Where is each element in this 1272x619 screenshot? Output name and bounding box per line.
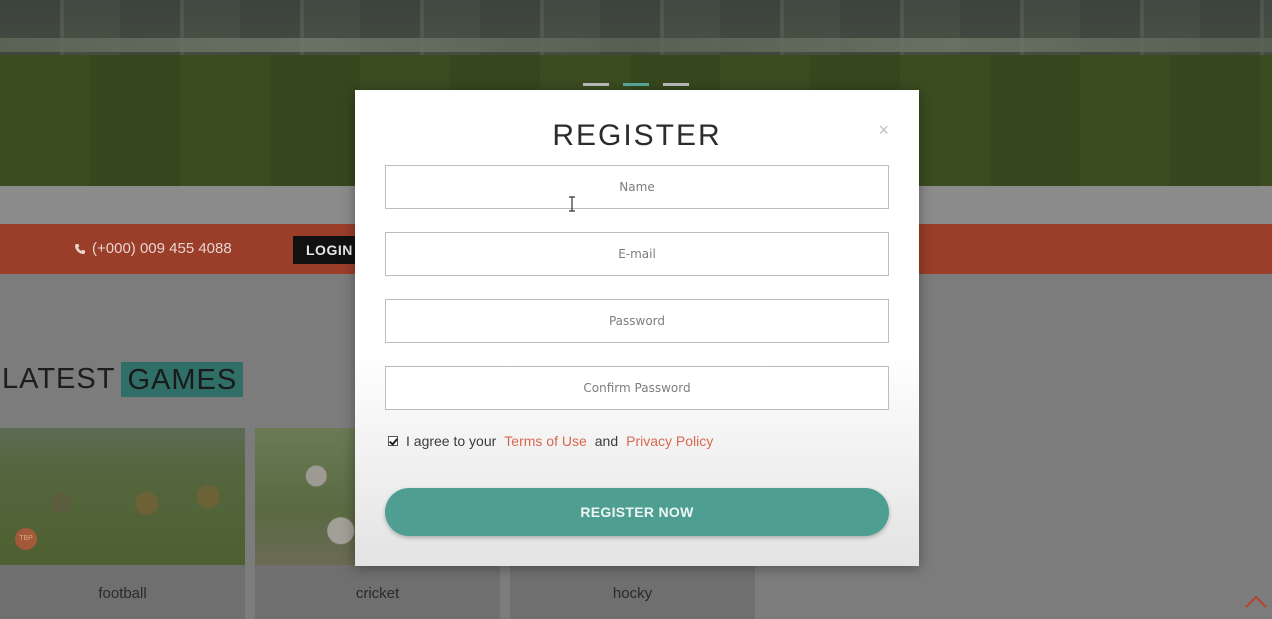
latest-games-heading: LATEST GAMES (2, 362, 244, 397)
heading-plain: LATEST (2, 363, 116, 395)
logo-badge-icon: TBP (15, 528, 37, 550)
agree-text: I agree to your (406, 433, 497, 449)
register-modal: REGISTER × I agree to your Terms of Use … (355, 90, 919, 566)
text-cursor-icon (569, 196, 575, 212)
slider-dot-3[interactable] (663, 83, 689, 86)
heading-highlight: GAMES (121, 362, 244, 397)
football-image: TBP (0, 428, 245, 565)
agree-and-text: and (594, 433, 619, 449)
hero-slider-dots (583, 83, 689, 86)
password-input[interactable] (385, 299, 889, 343)
stadium-stands-row (0, 38, 1272, 52)
slider-dot-2[interactable] (623, 83, 649, 86)
chevron-up-icon[interactable] (1244, 593, 1268, 609)
phone-icon (75, 243, 85, 254)
close-icon[interactable]: × (878, 120, 889, 141)
game-label: football (98, 585, 147, 602)
register-now-button[interactable]: REGISTER NOW (385, 488, 889, 536)
phone-number: (+000) 009 455 4088 (92, 240, 232, 257)
phone-contact: (+000) 009 455 4088 (74, 240, 232, 257)
terms-agreement: I agree to your Terms of Use and Privacy… (388, 433, 721, 449)
confirm-password-input[interactable] (385, 366, 889, 410)
privacy-policy-link[interactable]: Privacy Policy (626, 433, 713, 449)
game-label: hocky (612, 585, 653, 602)
name-input[interactable] (385, 165, 889, 209)
slider-dot-1[interactable] (583, 83, 609, 86)
terms-of-use-link[interactable]: Terms of Use (504, 433, 586, 449)
agree-checkbox[interactable] (388, 436, 398, 446)
email-input[interactable] (385, 232, 889, 276)
game-card-football[interactable]: TBP football (0, 428, 245, 619)
modal-title: REGISTER (552, 119, 722, 152)
game-label: cricket (355, 585, 400, 602)
